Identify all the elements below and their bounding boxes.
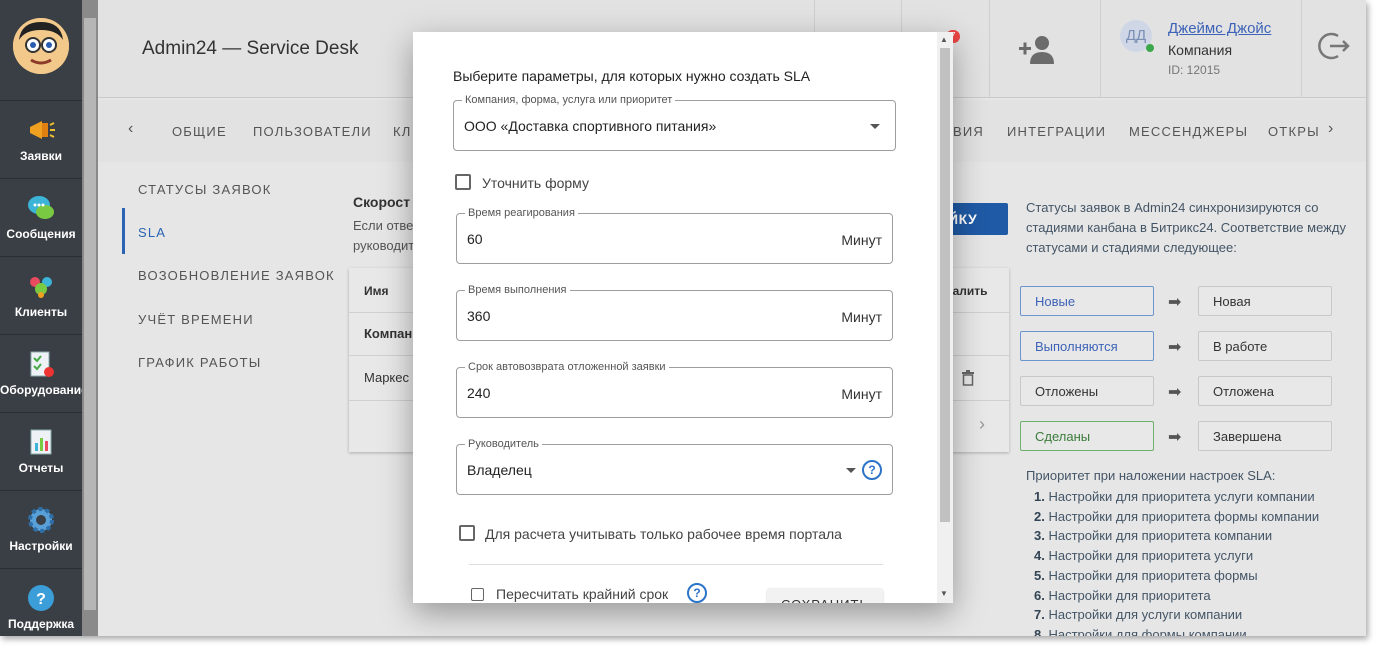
chevron-down-icon [870, 124, 880, 129]
save-button[interactable]: СОХРАНИТЬ [767, 588, 883, 603]
dialog-title: Выберите параметры, для которых нужно со… [453, 68, 811, 84]
reaction-time-field[interactable]: Время реагирования 60 Минут [456, 207, 893, 264]
create-sla-dialog: Выберите параметры, для которых нужно со… [413, 32, 953, 603]
execution-time-field[interactable]: Время выполнения 360 Минут [456, 284, 893, 341]
help-icon[interactable]: ? [862, 460, 882, 480]
scrollbar-thumb[interactable] [940, 48, 950, 522]
field-label: Компания, форма, услуга или приоритет [462, 94, 676, 106]
working-time-label: Для расчета учитывать только рабочее вре… [485, 526, 842, 542]
app-window: Заявки Сообщения Клиенты Оборудование От… [0, 0, 1366, 636]
unit-label: Минут [841, 232, 882, 248]
autoreturn-time-field[interactable]: Срок автовозврата отложенной заявки 240 … [456, 361, 893, 418]
refine-form-checkbox[interactable] [455, 174, 471, 190]
unit-label: Минут [841, 386, 882, 402]
field-label: Время выполнения [465, 284, 570, 296]
field-value: 240 [467, 385, 491, 401]
field-value: 360 [467, 308, 491, 324]
scroll-up-arrow[interactable]: ▲ [940, 35, 948, 44]
recalc-deadline-checkbox[interactable] [471, 588, 484, 601]
field-value: ООО «Доставка спортивного питания» [464, 118, 717, 134]
target-select[interactable]: Компания, форма, услуга или приоритет ОО… [453, 94, 896, 151]
field-value: 60 [467, 231, 483, 247]
refine-form-label: Уточнить форму [482, 175, 589, 191]
chevron-down-icon [846, 468, 856, 473]
dialog-scrollbar[interactable]: ▲ ▼ [937, 32, 953, 603]
help-icon[interactable]: ? [687, 583, 707, 603]
scroll-down-arrow[interactable]: ▼ [940, 589, 948, 598]
unit-label: Минут [841, 309, 882, 325]
field-label: Срок автовозврата отложенной заявки [465, 361, 669, 373]
working-time-checkbox[interactable] [459, 525, 475, 541]
recalc-deadline-label: Пересчитать крайний срок [496, 586, 669, 602]
field-label: Руководитель [465, 438, 542, 450]
field-value: Владелец [467, 462, 532, 478]
manager-select[interactable]: Руководитель Владелец ? [456, 438, 893, 495]
divider [469, 564, 883, 565]
field-label: Время реагирования [465, 207, 578, 219]
